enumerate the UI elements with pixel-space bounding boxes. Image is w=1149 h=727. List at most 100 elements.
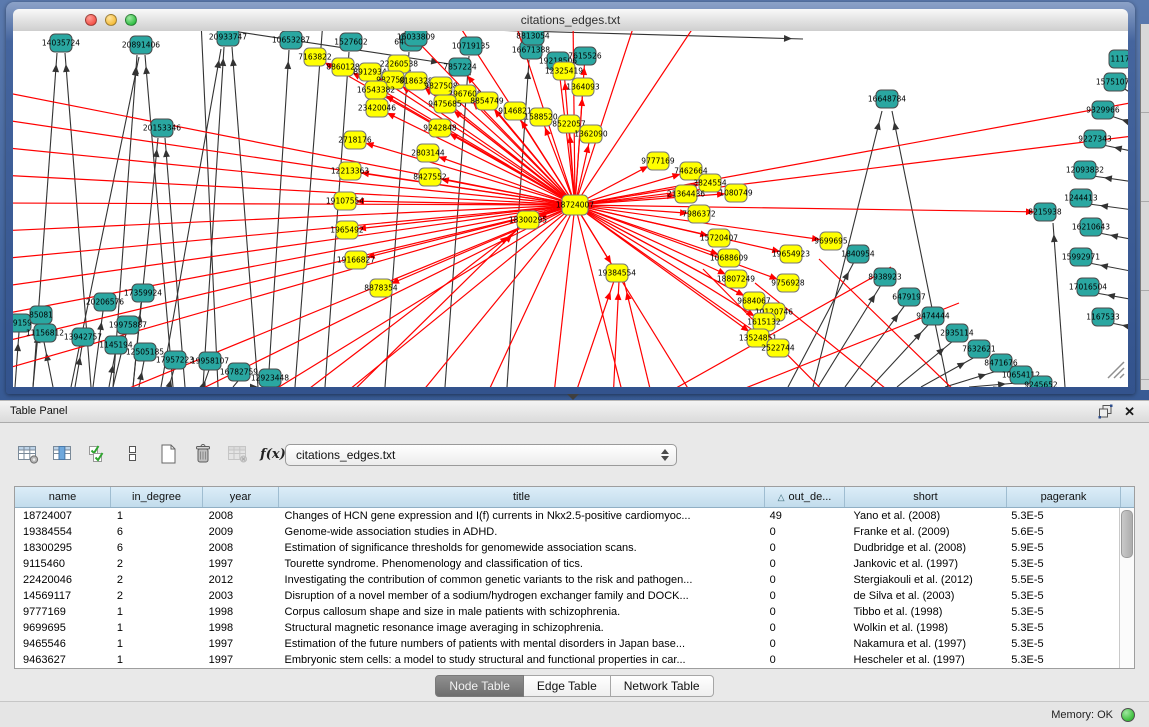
graph-edge <box>201 31 218 387</box>
table-cell: 2009 <box>203 526 279 538</box>
table-cell: 5.3E-5 <box>1005 606 1119 618</box>
network-window-titlebar[interactable]: citations_edges.txt <box>13 9 1128 32</box>
table-cell: 14569117 <box>15 590 111 602</box>
graph-node-label: 39159 <box>13 319 32 328</box>
table-row[interactable]: 1872400712008Changes of HCN gene express… <box>15 508 1119 524</box>
table-cell: Tourette syndrome. Phenomenology and cla… <box>279 558 764 570</box>
table-row[interactable]: 946362711997Embryonic stem cells: a mode… <box>15 652 1119 668</box>
table-cell: Hescheler et al. (1997) <box>844 654 1006 666</box>
show-columns-icon[interactable] <box>51 442 75 466</box>
graph-edge <box>325 52 349 387</box>
table-select-dropdown[interactable]: citations_edges.txt <box>285 444 677 466</box>
edge-arrowhead-icon <box>143 66 150 74</box>
table-row[interactable]: 977716911998Corpus callosum shape and si… <box>15 604 1119 620</box>
table-cell: 19384554 <box>15 526 111 538</box>
table-cell: 0 <box>764 558 844 570</box>
edge-arrowhead-icon <box>1100 263 1108 270</box>
column-header-name[interactable]: name <box>15 487 111 507</box>
table-cell: Disruption of a novel member of a sodium… <box>279 590 764 602</box>
table-row[interactable]: 1830029562008Estimation of significance … <box>15 540 1119 556</box>
table-cell: 6 <box>111 542 203 554</box>
background-window-edge <box>1140 24 1149 390</box>
table-row[interactable]: 969969511998Structural magnetic resonanc… <box>15 620 1119 636</box>
graph-node-label: 18807249 <box>717 275 755 284</box>
column-label: title <box>513 491 530 503</box>
graph-node-label: 19107554 <box>326 197 364 206</box>
row-height-icon[interactable] <box>121 442 145 466</box>
column-header-out-de-[interactable]: △out_de... <box>765 487 845 507</box>
graph-node-label: 9474444 <box>916 312 950 321</box>
table-row[interactable]: 911546021997Tourette syndrome. Phenomeno… <box>15 556 1119 572</box>
import-table-icon[interactable] <box>226 442 250 466</box>
column-header-pagerank[interactable]: pagerank <box>1007 487 1121 507</box>
table-row[interactable]: 946554611997Estimation of the future num… <box>15 636 1119 652</box>
citation-network-graph[interactable]: 1403572420891406209337471065328715276026… <box>13 31 1128 387</box>
new-table-icon[interactable] <box>156 442 180 466</box>
graph-node-label: 6479197 <box>892 293 926 302</box>
float-panel-icon[interactable] <box>1098 404 1113 424</box>
resize-grip-icon[interactable] <box>1104 358 1126 385</box>
table-cell: 0 <box>764 590 844 602</box>
edge-arrowhead-icon <box>454 111 462 119</box>
edge-arrowhead-icon <box>108 365 115 373</box>
tab-network-table[interactable]: Network Table <box>611 675 714 697</box>
table-cell: Estimation of the future numbers of pati… <box>279 638 764 650</box>
column-header-in-degree[interactable]: in_degree <box>111 487 203 507</box>
table-row[interactable]: 1938455462009Genome-wide association stu… <box>15 524 1119 540</box>
table-cell: 6 <box>111 526 203 538</box>
edge-arrowhead-icon <box>978 373 987 379</box>
graph-node-label: 16671388 <box>512 46 550 55</box>
edge-arrowhead-icon <box>1114 146 1123 153</box>
edge-arrowhead-icon <box>567 135 574 143</box>
graph-edge <box>969 383 1017 387</box>
table-cell: 0 <box>764 638 844 650</box>
edge-arrowhead-icon <box>892 122 899 131</box>
function-builder-icon[interactable]: f(x) <box>261 442 285 466</box>
column-header-title[interactable]: title <box>279 487 765 507</box>
table-row[interactable]: 2242004622012Investigating the contribut… <box>15 572 1119 588</box>
table-panel-header: Table Panel ✕ <box>0 401 1149 423</box>
table-row[interactable]: 1456911722003Disruption of a novel membe… <box>15 588 1119 604</box>
delete-table-icon[interactable] <box>191 442 215 466</box>
graph-edge <box>892 111 948 387</box>
table-scrollbar[interactable] <box>1119 508 1134 668</box>
graph-node-label: 1167533 <box>1086 313 1120 322</box>
graph-edge <box>13 205 575 371</box>
edge-arrowhead-icon <box>604 255 611 264</box>
close-panel-icon[interactable]: ✕ <box>1124 404 1135 419</box>
table-select-value: citations_edges.txt <box>296 448 395 462</box>
graph-node-label: 18300295 <box>509 216 547 225</box>
table-cell: 5.9E-5 <box>1005 542 1119 554</box>
scrollbar-thumb[interactable] <box>1121 510 1133 558</box>
table-cell: Dudbridge et al. (2008) <box>844 542 1006 554</box>
column-label: pagerank <box>1041 491 1087 503</box>
edge-arrowhead-icon <box>199 380 205 387</box>
table-options-icon[interactable] <box>16 442 40 466</box>
node-table: namein_degreeyear title △out_de... short pag… <box>14 486 1135 669</box>
table-cell: 2 <box>111 558 203 570</box>
network-canvas[interactable]: 1403572420891406209337471065328715276026… <box>13 31 1128 387</box>
edge-arrowhead-icon <box>284 61 291 69</box>
graph-edge <box>161 49 221 387</box>
sort-ascending-icon: △ <box>778 492 785 503</box>
tab-node-table[interactable]: Node Table <box>435 675 524 697</box>
column-header-year[interactable]: year <box>203 487 279 507</box>
tab-edge-table[interactable]: Edge Table <box>524 675 611 697</box>
select-all-icon[interactable] <box>86 442 110 466</box>
table-cell: 2003 <box>203 590 279 602</box>
graph-node-label: 7163822 <box>298 53 332 62</box>
table-cell: 18724007 <box>15 510 111 522</box>
graph-node-label: 9699695 <box>814 237 848 246</box>
graph-node-label: 1965492 <box>330 226 364 235</box>
graph-node-label: 8878354 <box>364 284 398 293</box>
column-header-short[interactable]: short <box>845 487 1007 507</box>
table-cell: 1998 <box>203 606 279 618</box>
column-label: short <box>913 491 937 503</box>
graph-edge <box>897 341 953 387</box>
table-cell: 5.3E-5 <box>1005 638 1119 650</box>
graph-node-label: 1244413 <box>1064 194 1098 203</box>
edge-arrowhead-icon <box>874 122 881 131</box>
graph-node-label: 16648784 <box>868 95 906 104</box>
table-cell: 18300295 <box>15 542 111 554</box>
edge-arrowhead-icon <box>63 64 70 72</box>
